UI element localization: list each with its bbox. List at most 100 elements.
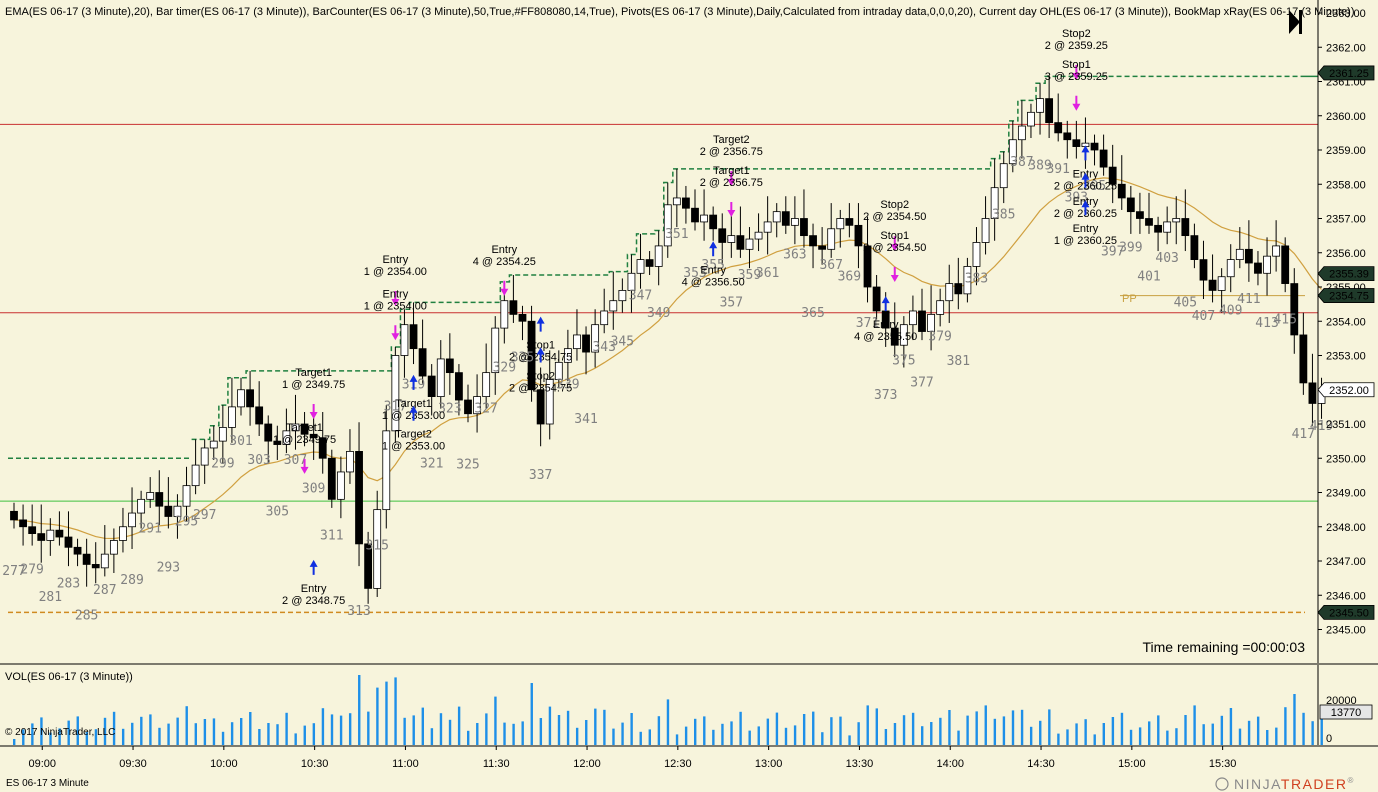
volume-bar bbox=[939, 717, 942, 745]
bar-counter-label: 345 bbox=[611, 334, 634, 349]
candle-body bbox=[246, 389, 254, 408]
candle-body bbox=[1235, 248, 1244, 260]
candle-body bbox=[763, 221, 772, 233]
volume-bar bbox=[240, 718, 243, 745]
volume-bar bbox=[812, 711, 815, 745]
candle-body bbox=[509, 300, 518, 315]
candle-body bbox=[790, 218, 799, 226]
volume-bar bbox=[1148, 721, 1151, 745]
candle-body bbox=[1190, 235, 1199, 261]
volume-bar bbox=[648, 729, 651, 745]
volume-bar bbox=[158, 727, 161, 745]
price-tag: 2354.75 bbox=[1317, 288, 1375, 303]
candle-body bbox=[836, 218, 845, 230]
candle-body bbox=[1099, 149, 1108, 168]
candle-body bbox=[55, 529, 64, 538]
trade-marker-text: 2 @ 2348.75 bbox=[282, 595, 345, 607]
volume-bar bbox=[530, 683, 533, 745]
volume-bar bbox=[757, 726, 760, 745]
time-axis-label: 14:00 bbox=[936, 758, 964, 770]
candle-body bbox=[455, 372, 463, 401]
price-panel[interactable] bbox=[0, 0, 1318, 663]
bar-counter-label: 293 bbox=[157, 560, 180, 575]
bar-counter-label: 337 bbox=[529, 468, 552, 483]
volume-bar bbox=[1129, 729, 1133, 745]
volume-bar bbox=[857, 722, 860, 745]
time-axis-label: 09:30 bbox=[119, 758, 147, 770]
trade-marker-text: Stop1 bbox=[1062, 59, 1091, 71]
price-axis-label: 2348.00 bbox=[1326, 522, 1366, 534]
price-axis-label: 2357.00 bbox=[1326, 214, 1366, 226]
volume-bar bbox=[1166, 730, 1169, 745]
volume-bar bbox=[1029, 726, 1033, 745]
trade-marker-text: 2 @ 2354.75 bbox=[509, 382, 572, 394]
volume-bar bbox=[639, 731, 642, 745]
volume-bar bbox=[476, 723, 479, 745]
volume-bar bbox=[1284, 707, 1287, 745]
candle-body bbox=[436, 358, 445, 397]
volume-bar bbox=[1256, 716, 1260, 745]
candle-body bbox=[128, 512, 136, 528]
trade-marker-text: 1 @ 2354.00 bbox=[364, 300, 427, 312]
candle-body bbox=[600, 310, 609, 326]
volume-bar bbox=[13, 739, 16, 745]
candle-body bbox=[91, 564, 100, 569]
volume-bar bbox=[258, 729, 261, 745]
time-axis[interactable]: 09:00 09:30 10:00 10:30 11:00 11:30 12:00 12:30… bbox=[28, 746, 1236, 770]
candle-body bbox=[1036, 98, 1044, 113]
candle-body bbox=[536, 389, 545, 425]
volume-current-tag: 13770 bbox=[1319, 704, 1373, 720]
trade-marker-text: Entry bbox=[700, 264, 726, 276]
volume-bar bbox=[321, 708, 325, 745]
trade-marker-text: 1 @ 2354.00 bbox=[364, 266, 427, 278]
chart-stage: 2772792812832852872892912932952972993013… bbox=[0, 0, 1378, 792]
bar-counter-label: 379 bbox=[928, 330, 951, 345]
volume-bar bbox=[430, 728, 434, 745]
bar-counter-label: 381 bbox=[947, 354, 970, 369]
candle-body bbox=[736, 235, 745, 250]
trade-marker-text: 2 @ 2356.75 bbox=[700, 177, 763, 189]
candle-body bbox=[1299, 334, 1308, 384]
volume-bar bbox=[566, 710, 570, 745]
price-axis-label: 2363.00 bbox=[1326, 8, 1366, 20]
volume-bar bbox=[1184, 715, 1187, 745]
price-axis-label: 2347.00 bbox=[1326, 556, 1366, 568]
candle-body bbox=[654, 245, 663, 267]
candle-body bbox=[209, 440, 218, 449]
indicator-header: EMA(ES 06-17 (3 Minute),20), Bar timer(E… bbox=[5, 6, 1355, 18]
time-axis-label: 09:00 bbox=[28, 758, 56, 770]
bar-counter-label: 305 bbox=[266, 505, 289, 520]
volume-bar bbox=[730, 721, 733, 745]
candle-body bbox=[909, 310, 917, 326]
bar-counter-label: 309 bbox=[302, 482, 325, 497]
volume-bar bbox=[385, 681, 388, 745]
volume-bar bbox=[1238, 728, 1242, 745]
candle-body bbox=[228, 406, 236, 428]
volume-bar bbox=[1048, 709, 1051, 745]
trade-marker-text: 1 @ 2349.75 bbox=[273, 434, 336, 446]
volume-bar bbox=[230, 722, 234, 745]
candle-body bbox=[1172, 218, 1181, 223]
volume-bar bbox=[721, 723, 724, 745]
candle-body bbox=[46, 529, 55, 541]
bar-counter-label: 325 bbox=[456, 458, 479, 473]
candle-body bbox=[1126, 197, 1135, 213]
candle-body bbox=[10, 510, 18, 521]
candle-body bbox=[582, 334, 590, 353]
volume-bar bbox=[1293, 694, 1296, 745]
candle-body bbox=[1199, 259, 1208, 281]
volume-bar bbox=[875, 708, 878, 745]
candle-body bbox=[400, 324, 409, 356]
price-axis-label: 2345.00 bbox=[1326, 625, 1366, 637]
volume-bar bbox=[902, 715, 906, 745]
volume-bar bbox=[485, 713, 488, 745]
candle-body bbox=[255, 406, 264, 425]
bar-counter-label: 391 bbox=[1046, 162, 1069, 177]
trade-marker-text: 1 @ 2353.00 bbox=[382, 441, 445, 453]
volume-bar bbox=[503, 722, 506, 745]
volume-label: VOL(ES 06-17 (3 Minute)) bbox=[5, 671, 133, 683]
price-axis[interactable]: 2345.00 2346.00 2347.00 2348.00 2349.00 2350.… bbox=[1318, 8, 1366, 637]
candle-body bbox=[781, 211, 790, 226]
price-axis-label: 2362.00 bbox=[1326, 42, 1366, 54]
volume-bar bbox=[1175, 728, 1178, 745]
